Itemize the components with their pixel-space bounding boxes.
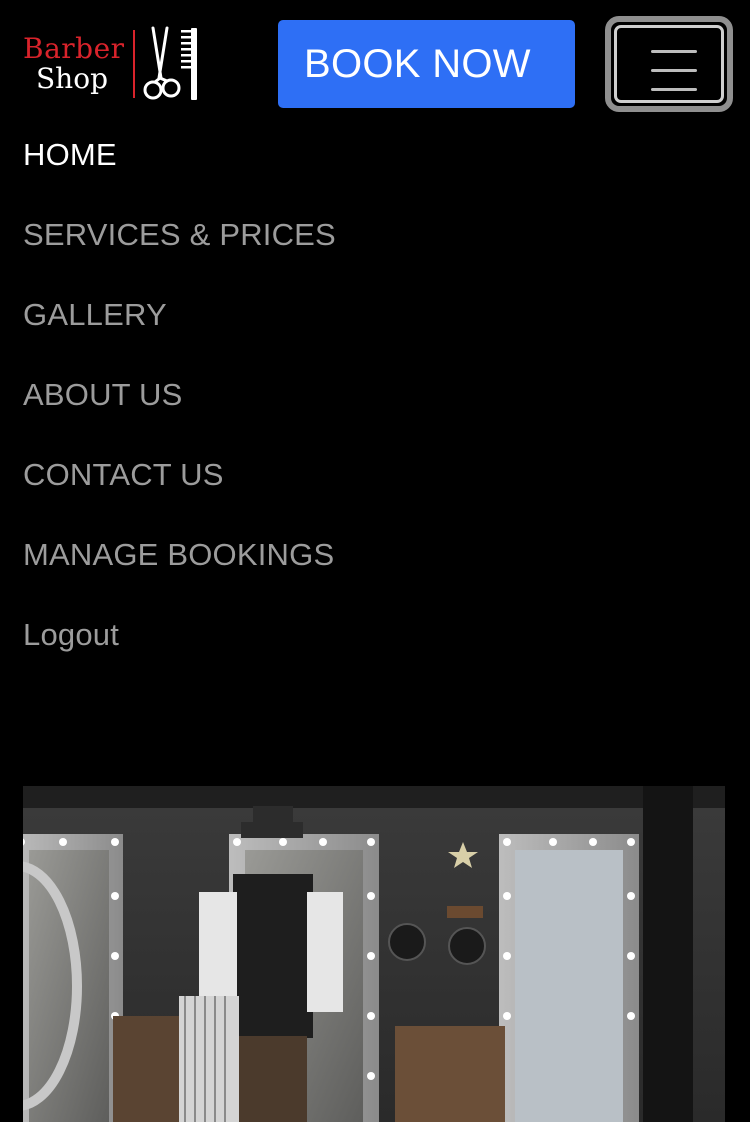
logo-divider — [132, 30, 135, 98]
nav-item-gallery[interactable]: GALLERY — [23, 290, 723, 370]
barbershop-hero-image — [23, 786, 725, 1122]
nav-item-manage-bookings[interactable]: MANAGE BOOKINGS — [23, 530, 723, 610]
main-nav: HOME SERVICES & PRICES GALLERY ABOUT US … — [23, 130, 723, 690]
menu-toggle-button[interactable] — [605, 16, 733, 112]
nav-item-services-prices[interactable]: SERVICES & PRICES — [23, 210, 723, 290]
page: Barber Shop BOOK NOW HOME SERVICES & PRI… — [0, 0, 750, 1122]
menu-bar-middle — [651, 69, 697, 72]
barbershop-interior-photo — [23, 786, 725, 1122]
hamburger-menu-icon — [614, 25, 724, 103]
barbershop-logo[interactable]: Barber Shop — [23, 24, 213, 104]
logo-word-shop: Shop — [36, 62, 108, 95]
book-now-button[interactable]: BOOK NOW — [278, 20, 575, 108]
nav-item-home[interactable]: HOME — [23, 130, 723, 210]
scissors-comb-icon — [143, 26, 197, 100]
nav-item-logout[interactable]: Logout — [23, 610, 723, 690]
menu-bar-top — [651, 50, 697, 53]
nav-item-contact-us[interactable]: CONTACT US — [23, 450, 723, 530]
menu-bar-bottom — [651, 88, 697, 91]
logo-word-barber: Barber — [23, 32, 125, 65]
nav-item-about-us[interactable]: ABOUT US — [23, 370, 723, 450]
logo-text: Barber Shop — [23, 35, 125, 93]
